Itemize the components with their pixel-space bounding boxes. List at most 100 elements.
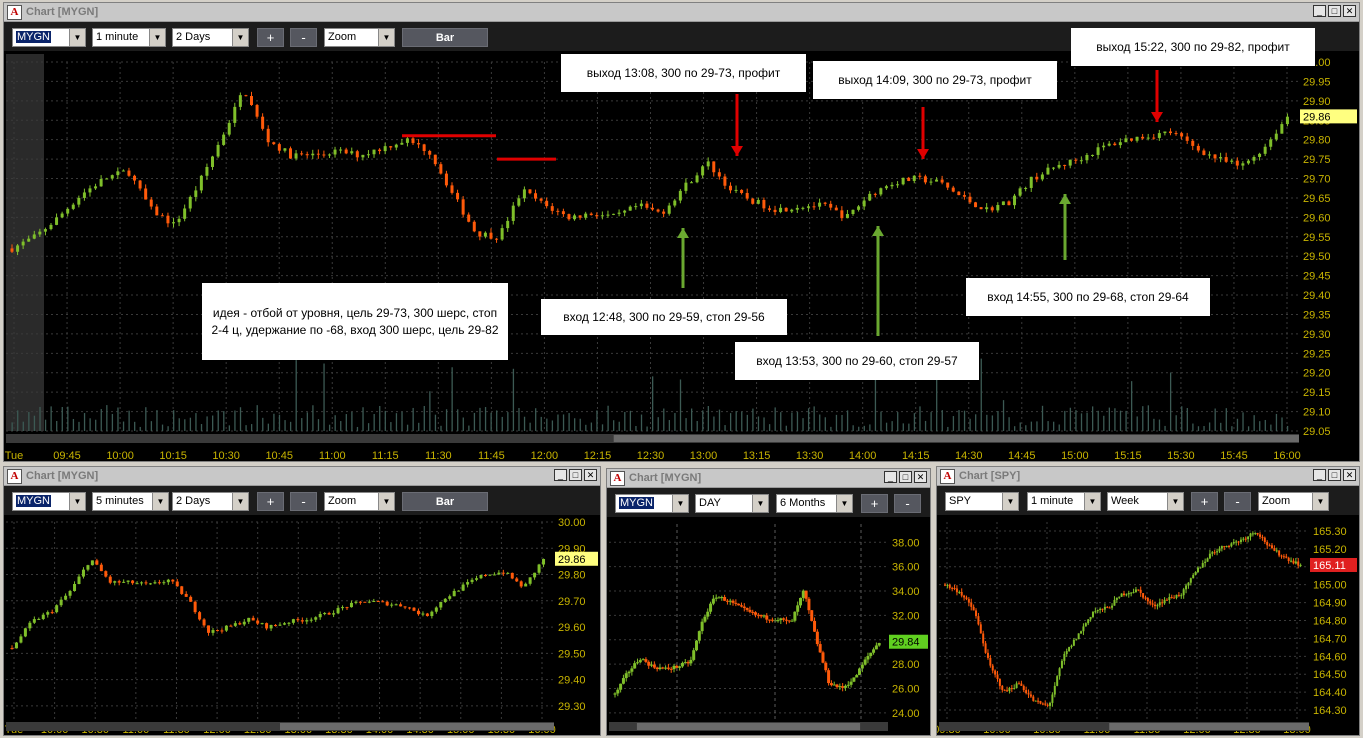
candle-body: [723, 176, 727, 186]
interval-select[interactable]: 1 minute ▼: [1027, 492, 1101, 511]
candle-body: [1168, 597, 1171, 600]
volume-bar: [423, 405, 425, 431]
maximize-icon[interactable]: □: [569, 469, 582, 481]
title-bar[interactable]: A Chart [MYGN] _ □ ✕: [607, 469, 930, 488]
entry3-note: вход 14:55, 300 по 29-68, стоп 29-64: [966, 278, 1210, 316]
y-tick-label: 29.95: [1303, 76, 1331, 88]
candle-body: [595, 215, 599, 217]
volume-bar: [356, 426, 359, 431]
title-bar[interactable]: A Chart [MYGN] _ □ ✕: [4, 3, 1359, 22]
volume-bar: [67, 406, 69, 431]
close-icon[interactable]: ✕: [1343, 5, 1356, 17]
maximize-icon[interactable]: □: [899, 471, 912, 483]
candle-body: [725, 600, 729, 602]
x-tick-label: 10:15: [159, 450, 187, 461]
minimize-icon[interactable]: _: [1313, 5, 1326, 17]
chevron-down-icon[interactable]: ▼: [378, 493, 394, 510]
candle-body: [873, 193, 877, 195]
candle-body: [745, 607, 749, 610]
candle-body: [1246, 160, 1250, 164]
candle-body: [422, 144, 426, 151]
chevron-down-icon[interactable]: ▼: [1312, 493, 1328, 510]
chevron-down-icon[interactable]: ▼: [69, 29, 85, 46]
period-select[interactable]: 2 Days ▼: [172, 492, 249, 511]
minimize-icon[interactable]: _: [554, 469, 567, 481]
symbol-select[interactable]: MYGN ▼: [12, 492, 86, 511]
zoom-out-button[interactable]: -: [290, 28, 317, 47]
close-icon[interactable]: ✕: [914, 471, 927, 483]
chevron-down-icon[interactable]: ▼: [672, 495, 688, 512]
candle-body: [795, 207, 799, 210]
candle-body: [255, 105, 259, 117]
zoom-in-button[interactable]: +: [257, 492, 284, 511]
chevron-down-icon[interactable]: ▼: [152, 493, 168, 510]
zoom-out-button[interactable]: -: [894, 494, 921, 513]
interval-select[interactable]: 5 minutes ▼: [92, 492, 169, 511]
period-select[interactable]: Week ▼: [1107, 492, 1184, 511]
chevron-down-icon[interactable]: ▼: [1002, 493, 1018, 510]
volume-bar: [729, 413, 732, 431]
price-chart[interactable]: 30.0029.9029.8029.7029.6029.5029.4029.30…: [4, 516, 600, 735]
candle-body: [385, 601, 389, 606]
candle-body: [300, 153, 304, 155]
exit3-note: выход 15:22, 300 по 29-82, профит: [1071, 28, 1315, 66]
candle-body: [666, 667, 670, 669]
maximize-icon[interactable]: □: [1328, 5, 1341, 17]
zoom-select[interactable]: Zoom ▼: [324, 28, 395, 47]
entry-arrow-head: [1059, 194, 1071, 204]
chevron-down-icon[interactable]: ▼: [149, 29, 165, 46]
volume-bar: [835, 414, 838, 431]
zoom-in-button[interactable]: +: [1191, 492, 1218, 511]
zoom-out-button[interactable]: -: [290, 492, 317, 511]
chevron-down-icon[interactable]: ▼: [1084, 493, 1100, 510]
title-bar[interactable]: A Chart [SPY] _ □ ✕: [937, 467, 1359, 486]
chevron-down-icon[interactable]: ▼: [232, 29, 248, 46]
price-chart[interactable]: 38.0036.0034.0032.0030.0028.0026.0024.00…: [607, 518, 930, 735]
chevron-down-icon[interactable]: ▼: [1167, 493, 1183, 510]
bar-type-button[interactable]: Bar: [402, 28, 488, 47]
interval-select[interactable]: 1 minute ▼: [92, 28, 166, 47]
candle-body: [1239, 539, 1242, 543]
bar-type-button[interactable]: Bar: [402, 492, 488, 511]
zoom-select[interactable]: Zoom ▼: [1258, 492, 1329, 511]
zoom-in-button[interactable]: +: [257, 28, 284, 47]
candle-body: [1040, 174, 1044, 180]
chevron-down-icon[interactable]: ▼: [752, 495, 768, 512]
interval-select[interactable]: DAY ▼: [695, 494, 769, 513]
symbol-select[interactable]: MYGN ▼: [12, 28, 86, 47]
minimize-icon[interactable]: _: [1313, 469, 1326, 481]
chevron-down-icon[interactable]: ▼: [836, 495, 852, 512]
chevron-down-icon[interactable]: ▼: [232, 493, 248, 510]
period-select[interactable]: 2 Days ▼: [172, 28, 249, 47]
candle-body: [108, 576, 112, 583]
candle-body: [1235, 160, 1239, 166]
symbol-select[interactable]: SPY ▼: [945, 492, 1019, 511]
title-bar[interactable]: A Chart [MYGN] _ □ ✕: [4, 467, 600, 486]
period-select[interactable]: 6 Months ▼: [776, 494, 853, 513]
volume-bar: [340, 421, 342, 431]
period-value: 6 Months: [780, 497, 826, 509]
chevron-down-icon[interactable]: ▼: [378, 29, 394, 46]
y-tick-label: 29.75: [1303, 154, 1331, 166]
price-chart[interactable]: 165.30165.20165.10165.00164.90164.80164.…: [937, 516, 1359, 735]
maximize-icon[interactable]: □: [1328, 469, 1341, 481]
volume-bar: [885, 422, 888, 431]
volume-bar: [947, 426, 949, 431]
volume-bar: [273, 413, 275, 431]
candle-body: [651, 207, 654, 210]
zoom-out-button[interactable]: -: [1224, 492, 1251, 511]
minimize-icon[interactable]: _: [884, 471, 897, 483]
volume-bar: [1197, 426, 1200, 431]
close-icon[interactable]: ✕: [1343, 469, 1356, 481]
candle-body: [678, 190, 682, 201]
close-icon[interactable]: ✕: [584, 469, 597, 481]
zoom-in-button[interactable]: +: [861, 494, 888, 513]
candle-body: [1204, 561, 1207, 564]
candle-body: [578, 215, 582, 218]
chevron-down-icon[interactable]: ▼: [69, 493, 85, 510]
zoom-select[interactable]: Zoom ▼: [324, 492, 395, 511]
symbol-select[interactable]: MYGN ▼: [615, 494, 689, 513]
volume-bar: [1242, 412, 1244, 431]
candle-body: [884, 186, 888, 189]
price-chart[interactable]: 30.0029.9529.9029.8529.8029.7529.7029.65…: [4, 52, 1359, 461]
